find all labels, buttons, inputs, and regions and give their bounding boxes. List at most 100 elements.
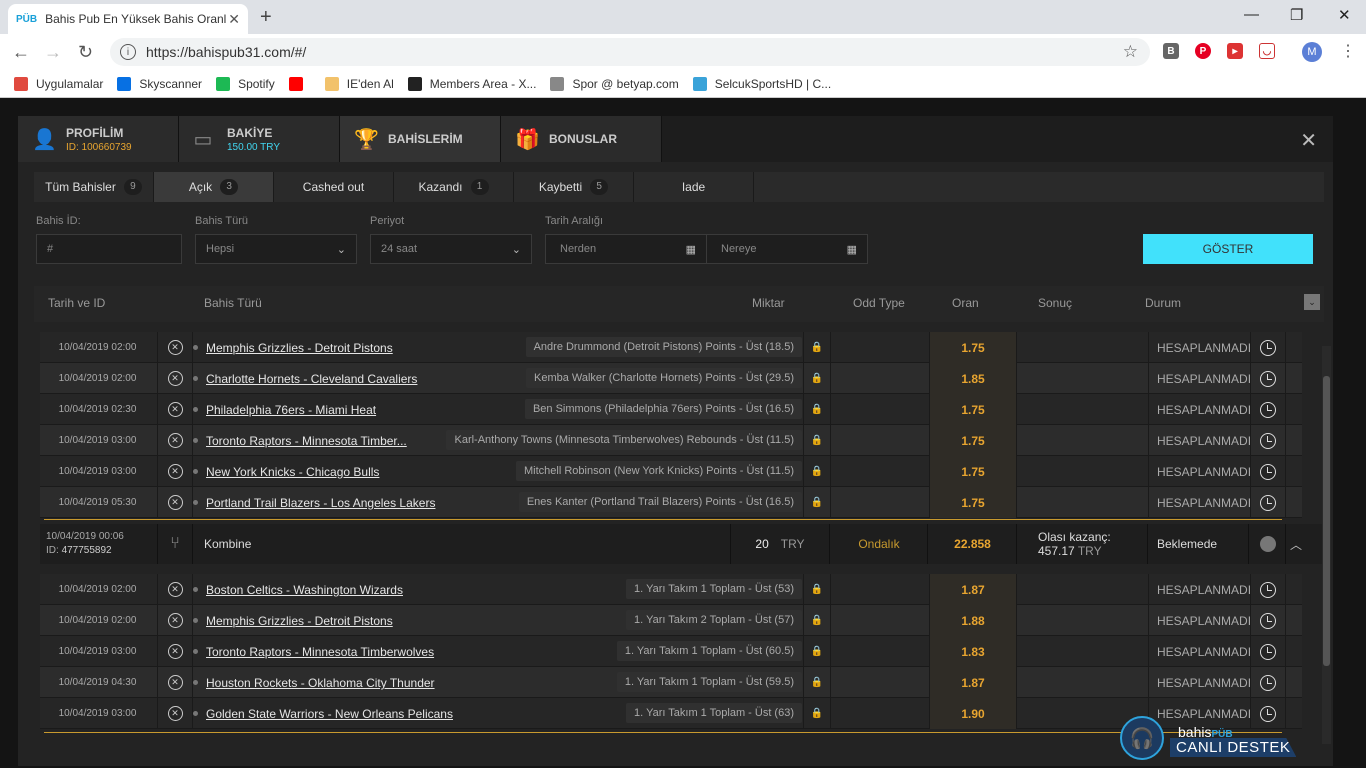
match-link[interactable]: Golden State Warriors - New Orleans Peli… bbox=[193, 707, 453, 721]
bet-date: 10/04/2019 02:00 bbox=[58, 584, 137, 595]
potential-value: 457.17 bbox=[1038, 544, 1075, 558]
forward-icon[interactable]: → bbox=[44, 42, 62, 63]
match-link[interactable]: Charlotte Hornets - Cleveland Cavaliers bbox=[192, 372, 417, 386]
maximize-icon[interactable]: ❐ bbox=[1290, 6, 1303, 24]
live-support-button[interactable]: 🎧 bahisPÜB CANLI DESTEK bbox=[1120, 716, 1300, 762]
filter-tab-count: 5 bbox=[590, 179, 609, 195]
odds-value: 1.83 bbox=[929, 636, 1017, 667]
col-type: Bahis Türü bbox=[204, 296, 262, 310]
clock-cell bbox=[1250, 456, 1286, 487]
close-tab-icon[interactable]: ✕ bbox=[228, 11, 240, 28]
support-brand-text: bahis bbox=[1178, 724, 1212, 740]
table-row: 10/04/2019 02:00 ✕ Charlotte Hornets - Cle… bbox=[40, 363, 1302, 394]
bet-type-value: Hepsi bbox=[206, 243, 235, 255]
clock-cell bbox=[1250, 332, 1286, 363]
filter-tab[interactable]: Iade bbox=[634, 172, 754, 202]
tab-profile[interactable]: 👤 PROFİLİM ID: 100660739 bbox=[18, 116, 179, 162]
tab-title: BAKİYE bbox=[227, 125, 273, 140]
match-link[interactable]: Memphis Grizzlies - Detroit Pistons bbox=[193, 341, 393, 355]
basketball-icon: ✕ bbox=[167, 495, 183, 510]
odds-value: 1.75 bbox=[929, 425, 1017, 456]
show-button[interactable]: GÖSTER bbox=[1143, 234, 1313, 264]
bet-type-select[interactable]: Hepsi ⌄ bbox=[195, 234, 357, 264]
bookmark-star-icon[interactable]: ☆ bbox=[1123, 42, 1138, 62]
potential-currency: TRY bbox=[1077, 544, 1102, 558]
minimize-icon[interactable]: — bbox=[1244, 6, 1259, 23]
match-link[interactable]: Portland Trail Blazers - Los Angeles Lak… bbox=[192, 496, 435, 510]
clock-icon bbox=[1260, 643, 1276, 660]
status-text: HESAPLANMADI bbox=[1148, 574, 1251, 605]
filter-tab[interactable]: Cashed out bbox=[274, 172, 394, 202]
chevron-up-icon[interactable]: ︿ bbox=[1290, 536, 1302, 553]
group-divider bbox=[44, 732, 1282, 733]
odds-value: 1.87 bbox=[929, 667, 1017, 698]
clock-cell bbox=[1250, 667, 1286, 698]
site-info-icon[interactable]: i bbox=[120, 44, 136, 60]
combo-clock-icon bbox=[1250, 524, 1286, 564]
bookmark-item[interactable]: Members Area - X... bbox=[407, 76, 536, 91]
pocket-icon[interactable]: ◡ bbox=[1259, 43, 1275, 59]
status-text: HESAPLANMADI bbox=[1148, 487, 1251, 518]
back-icon[interactable]: ← bbox=[12, 42, 30, 63]
match-link[interactable]: New York Knicks - Chicago Bulls bbox=[192, 465, 379, 479]
browser-tab[interactable]: PÜB Bahis Pub En Yüksek Bahis Oranl ✕ bbox=[8, 4, 248, 34]
tab-balance[interactable]: ▭ BAKİYE 150.00 TRY bbox=[179, 116, 340, 162]
match-link[interactable]: Memphis Grizzlies - Detroit Pistons bbox=[193, 614, 393, 628]
lock-icon: 🔒 bbox=[803, 667, 831, 698]
clock-cell bbox=[1250, 636, 1286, 667]
table-row: 10/04/2019 02:00 ✕ Memphis Grizzlies - Det… bbox=[40, 605, 1302, 636]
scrollbar[interactable] bbox=[1322, 346, 1331, 744]
lock-icon: 🔒 bbox=[803, 456, 831, 487]
selection-text: Enes Kanter (Portland Trail Blazers) Poi… bbox=[518, 492, 802, 512]
bookmark-item[interactable] bbox=[288, 76, 311, 91]
extension-b-icon[interactable]: B bbox=[1163, 43, 1179, 59]
scrollbar-thumb[interactable] bbox=[1323, 376, 1330, 666]
sport-cell: ✕ bbox=[157, 363, 193, 394]
date-to-input[interactable]: Nereye ▦ bbox=[706, 234, 868, 264]
bookmark-item[interactable]: IE'den Al bbox=[324, 76, 394, 91]
filter-tab[interactable]: Tüm Bahisler 9 bbox=[34, 172, 154, 202]
clock-icon bbox=[1260, 612, 1276, 629]
match-link[interactable]: Toronto Raptors - Minnesota Timber... bbox=[193, 434, 407, 448]
tab-bonuses[interactable]: 🎁 BONUSLAR bbox=[501, 116, 662, 162]
combo-odds: 22.858 bbox=[929, 524, 1017, 564]
lock-icon: 🔒 bbox=[803, 425, 831, 456]
menu-kebab-icon[interactable]: ⋮ bbox=[1340, 41, 1356, 61]
reload-icon[interactable]: ↻ bbox=[78, 42, 93, 63]
match-link[interactable]: Philadelphia 76ers - Miami Heat bbox=[192, 403, 376, 417]
status-text: HESAPLANMADI bbox=[1148, 667, 1251, 698]
pinterest-icon[interactable]: P bbox=[1195, 43, 1211, 59]
filter-tab[interactable]: Açık 3 bbox=[154, 172, 274, 202]
selection-text: 1. Yarı Takım 1 Toplam - Üst (63) bbox=[626, 703, 802, 723]
date-from-input[interactable]: Nerden ▦ bbox=[545, 234, 707, 264]
filter-tab-label: Kaybetti bbox=[538, 180, 583, 194]
tab-my-bets[interactable]: 🏆 BAHİSLERİM bbox=[340, 116, 501, 162]
collapse-all-icon[interactable]: ⌄ bbox=[1304, 294, 1320, 310]
bookmark-item[interactable]: Skyscanner bbox=[117, 76, 202, 91]
match-link[interactable]: Boston Celtics - Washington Wizards bbox=[193, 583, 403, 597]
avatar[interactable]: M bbox=[1302, 42, 1322, 62]
extension-red-icon[interactable]: ▸ bbox=[1227, 43, 1243, 59]
period-select[interactable]: 24 saat ⌄ bbox=[370, 234, 532, 264]
url-text: https://bahispub31.com/#/ bbox=[146, 44, 307, 60]
filter-tab[interactable]: Kaybetti 5 bbox=[514, 172, 634, 202]
close-window-icon[interactable]: ✕ bbox=[1338, 6, 1351, 24]
bookmark-item[interactable]: Spotify bbox=[216, 76, 275, 91]
filter-tab[interactable]: Kazandı 1 bbox=[394, 172, 514, 202]
trophy-icon: 🏆 bbox=[354, 128, 379, 151]
match-link[interactable]: Houston Rockets - Oklahoma City Thunder bbox=[193, 676, 435, 690]
clock-cell bbox=[1250, 487, 1286, 518]
clock-cell bbox=[1250, 425, 1286, 456]
new-tab-button[interactable]: + bbox=[260, 6, 272, 29]
col-amount: Miktar bbox=[752, 296, 785, 310]
lock-icon: 🔒 bbox=[803, 394, 831, 425]
match-link[interactable]: Toronto Raptors - Minnesota Timberwolves bbox=[192, 645, 434, 659]
bookmark-item[interactable]: Spor @ betyap.com bbox=[550, 76, 679, 91]
bookmark-item[interactable]: Uygulamalar bbox=[14, 76, 103, 91]
bookmark-item[interactable]: SelcukSportsHD | C... bbox=[692, 76, 831, 91]
address-bar[interactable]: i https://bahispub31.com/#/ ☆ bbox=[110, 38, 1150, 66]
close-modal-icon[interactable]: ✕ bbox=[1300, 128, 1317, 153]
bet-id-input[interactable]: # bbox=[36, 234, 182, 264]
combo-bet-row[interactable]: 10/04/2019 00:06 ID: 477755892 ⑂ Kombine … bbox=[40, 524, 1324, 564]
table-row: 10/04/2019 02:30 ✕ Philadelphia 76ers - Mi… bbox=[40, 394, 1302, 425]
